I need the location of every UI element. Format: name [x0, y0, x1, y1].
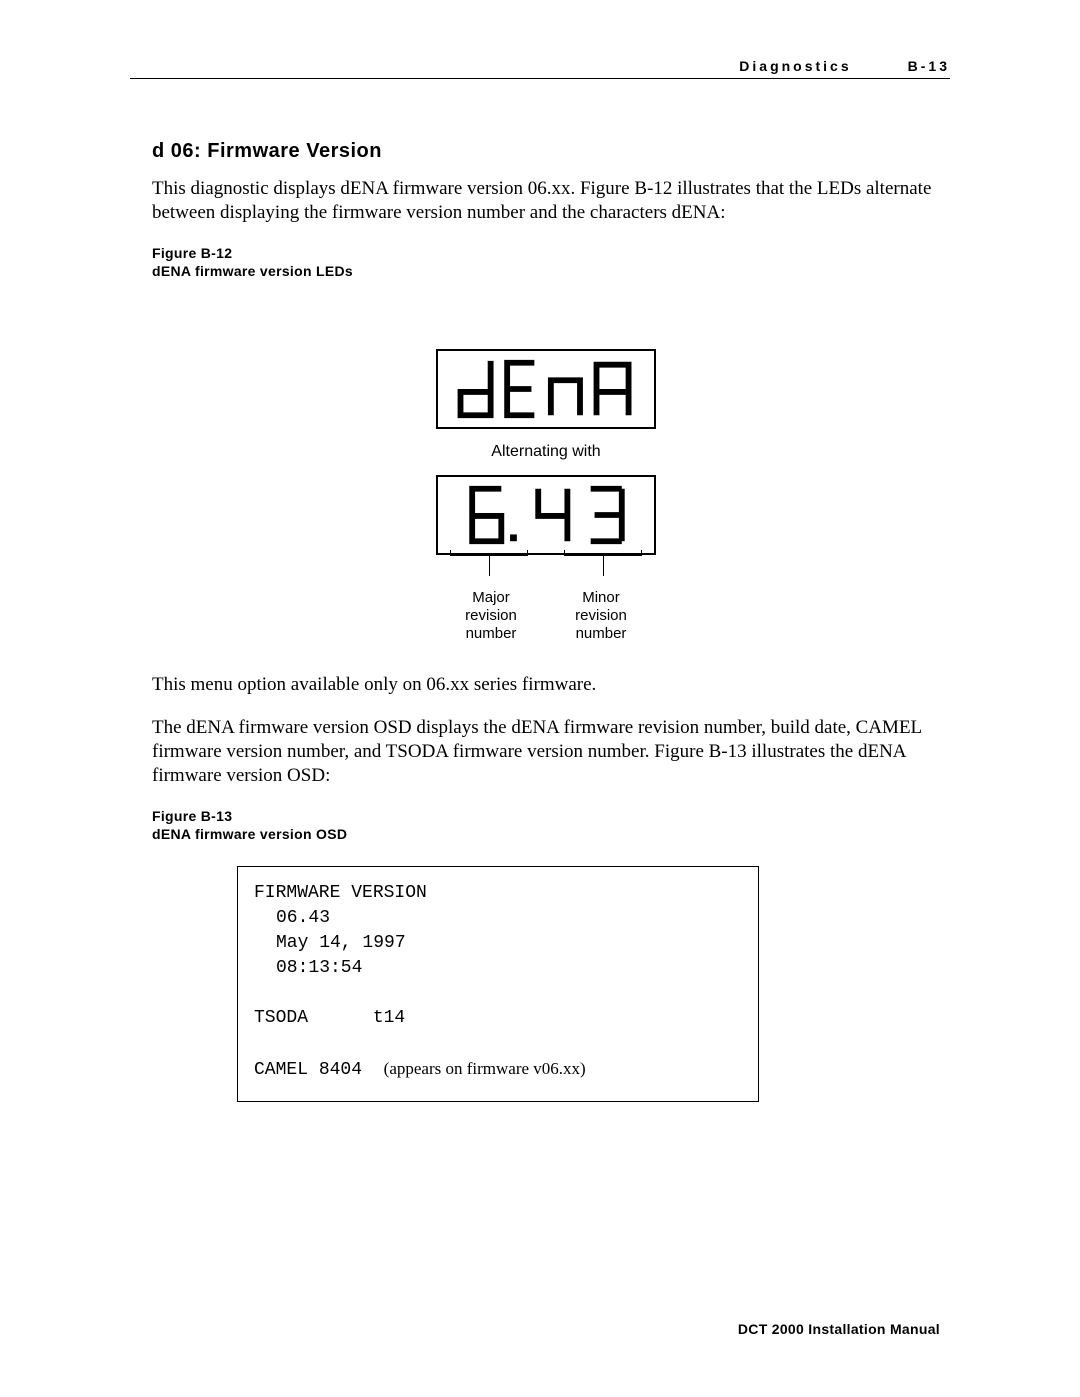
figure-b12-title: dENA firmware version LEDs	[152, 263, 940, 279]
osd-camel-note: (appears on firmware v06.xx)	[384, 1059, 586, 1078]
osd-title: FIRMWARE VERSION	[254, 881, 742, 906]
header-rule	[130, 78, 950, 79]
page: Diagnostics B-13 d 06: Firmware Version …	[0, 0, 1080, 1397]
led-display-dena	[436, 349, 656, 429]
minor-bracket-icon	[564, 555, 642, 556]
figure-b13-title: dENA firmware version OSD	[152, 826, 940, 842]
content-area: d 06: Firmware Version This diagnostic d…	[152, 140, 940, 1102]
major-revision-label: Major revision number	[436, 589, 546, 643]
figure-b12-number: Figure B-12	[152, 245, 940, 261]
minor-revision-label: Minor revision number	[546, 589, 656, 643]
revision-brackets	[436, 555, 656, 583]
osd-screen: FIRMWARE VERSION 06.43 May 14, 1997 08:1…	[237, 866, 759, 1103]
footer-manual-title: DCT 2000 Installation Manual	[738, 1321, 940, 1337]
intro-paragraph: This diagnostic displays dENA firmware v…	[152, 177, 940, 225]
osd-date: May 14, 1997	[276, 931, 742, 956]
osd-version: 06.43	[276, 906, 742, 931]
figure-b13-caption: Figure B-13 dENA firmware version OSD	[152, 808, 940, 842]
osd-time: 08:13:54	[276, 956, 742, 981]
header-page-number: B-13	[908, 58, 950, 74]
figure-b13-number: Figure B-13	[152, 808, 940, 824]
led-diagram: Alternating with	[436, 349, 656, 643]
seven-segment-dena-icon	[444, 355, 648, 423]
osd-tsoda-row: TSODA t14	[254, 1006, 742, 1031]
major-bracket-icon	[450, 555, 528, 556]
figure-b12-caption: Figure B-12 dENA firmware version LEDs	[152, 245, 940, 279]
alternating-with-label: Alternating with	[436, 443, 656, 461]
osd-blank2	[254, 1032, 742, 1057]
header-section: Diagnostics	[739, 58, 851, 74]
revision-labels: Major revision number Minor revision num…	[436, 589, 656, 643]
led-display-version	[436, 475, 656, 555]
osd-blank	[254, 981, 742, 1006]
osd-paragraph: The dENA firmware version OSD displays t…	[152, 716, 940, 787]
seven-segment-version-icon	[444, 481, 648, 549]
section-heading: d 06: Firmware Version	[152, 140, 940, 163]
after-led-paragraph: This menu option available only on 06.xx…	[152, 673, 940, 697]
page-header: Diagnostics B-13	[130, 58, 950, 74]
osd-camel-row: CAMEL 8404 (appears on firmware v06.xx)	[254, 1057, 742, 1083]
